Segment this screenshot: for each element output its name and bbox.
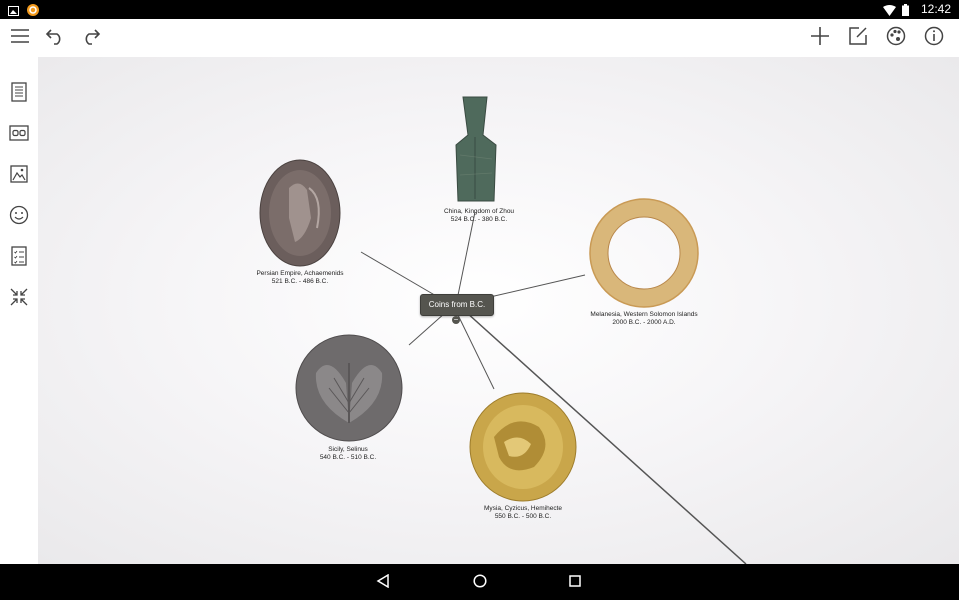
- palette-icon: [886, 26, 906, 51]
- sidebar-item-collapse[interactable]: [4, 284, 34, 314]
- back-button[interactable]: [372, 572, 394, 594]
- sidebar-item-note[interactable]: [4, 79, 34, 109]
- persian-coin-image: [259, 159, 341, 267]
- sidebar: [0, 57, 39, 564]
- connector-line: [455, 211, 476, 306]
- connector-line: [457, 314, 495, 390]
- clock: 12:42: [920, 2, 951, 16]
- spade-coin-image: [455, 96, 497, 202]
- undo-button[interactable]: [40, 23, 70, 53]
- mysia-coin-image: [469, 392, 577, 502]
- back-icon: [376, 573, 390, 593]
- node-caption-title: Persian Empire, Achaemenids: [256, 270, 344, 277]
- node-caption-dates: 521 B.C. - 486 B.C.: [271, 278, 329, 285]
- recents-icon: [568, 574, 582, 593]
- collapse-icon: [9, 287, 29, 312]
- menu-button[interactable]: [5, 23, 35, 53]
- info-icon: [924, 26, 944, 51]
- redo-icon: [81, 27, 101, 50]
- sidebar-item-emoji[interactable]: [4, 202, 34, 232]
- palette-button[interactable]: [881, 23, 911, 53]
- sidebar-item-checklist[interactable]: [4, 243, 34, 273]
- node-caption-dates: 550 B.C. - 500 B.C.: [494, 513, 552, 520]
- link-icon: [9, 124, 29, 146]
- redo-button[interactable]: [76, 23, 106, 53]
- sicily-coin-image: [295, 334, 403, 442]
- home-icon: [473, 573, 487, 593]
- sidebar-item-link[interactable]: [4, 120, 34, 150]
- checklist-icon: [11, 245, 27, 271]
- node-caption-dates: 2000 B.C. - 2000 A.D.: [612, 319, 676, 326]
- node-caption-dates: 524 B.C. - 380 B.C.: [450, 216, 508, 223]
- emoji-icon: [9, 205, 29, 230]
- toolbar: [0, 19, 959, 58]
- navigation-bar: [0, 564, 959, 600]
- connector-line: [489, 274, 586, 298]
- shell-ring-image: [589, 198, 699, 308]
- image-icon: [10, 164, 28, 188]
- edit-note-button[interactable]: [843, 23, 873, 53]
- document-icon: [11, 81, 27, 107]
- recents-button[interactable]: [564, 572, 586, 594]
- node-caption-title: Mysia, Cyzicus, Hemihecte: [483, 505, 563, 512]
- add-icon: [810, 26, 830, 51]
- node-caption-title: Sicily, Selinus: [328, 446, 368, 453]
- connector-line: [360, 251, 439, 298]
- home-button[interactable]: [469, 572, 491, 594]
- info-button[interactable]: [919, 23, 949, 53]
- undo-icon: [45, 27, 65, 50]
- node-caption-title: Melanesia, Western Solomon Islands: [590, 311, 698, 318]
- node-caption-dates: 540 B.C. - 510 B.C.: [319, 454, 377, 461]
- sidebar-item-image[interactable]: [4, 161, 34, 191]
- add-button[interactable]: [805, 23, 835, 53]
- collapse-toggle[interactable]: −: [452, 316, 460, 324]
- menu-icon: [10, 28, 30, 49]
- status-bar: 12:42: [0, 0, 959, 19]
- central-topic[interactable]: Coins from B.C.: [420, 294, 494, 316]
- node-caption-title: China, Kingdom of Zhou: [443, 208, 515, 215]
- connector-line: [408, 312, 446, 346]
- mindmap-canvas[interactable]: China, Kingdom of Zhou 524 B.C. - 380 B.…: [38, 57, 959, 564]
- edit-note-icon: [848, 26, 868, 51]
